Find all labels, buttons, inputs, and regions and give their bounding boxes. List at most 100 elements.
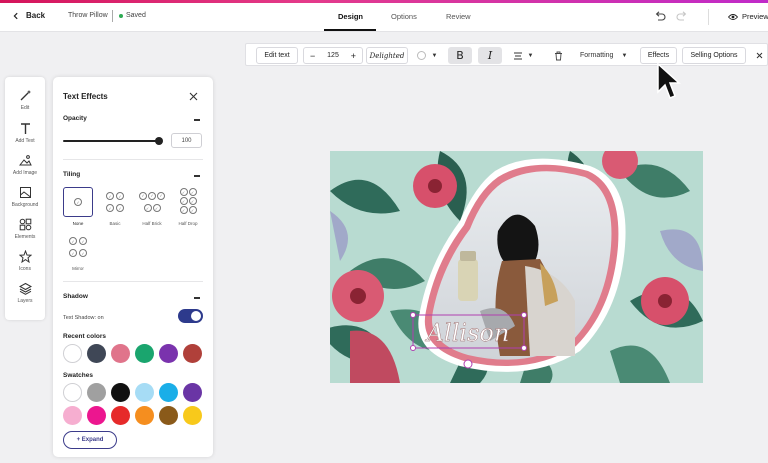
tab-review[interactable]: Review: [446, 12, 471, 21]
selling-options-button[interactable]: Selling Options: [682, 47, 746, 64]
resize-handle[interactable]: [410, 345, 416, 351]
resize-handle[interactable]: [521, 312, 527, 318]
formatting-dropdown[interactable]: Formatting ▼: [574, 47, 636, 64]
text-shadow-label: Text Shadow: on: [63, 315, 104, 321]
text-shadow-toggle[interactable]: [178, 309, 203, 323]
tiling-label: Half Drop: [178, 221, 198, 226]
collapse-tiling-icon[interactable]: [194, 175, 200, 177]
rail-label: Edit: [20, 105, 30, 111]
tiling-option-none[interactable]: ✓: [63, 187, 93, 217]
layers-icon: [18, 282, 32, 295]
recent-color-swatch[interactable]: [87, 344, 106, 363]
collapse-shadow-icon[interactable]: [194, 297, 200, 299]
rail-item-layers[interactable]: Layers: [5, 282, 45, 304]
align-select[interactable]: ▼: [508, 47, 538, 64]
canvas-text[interactable]: Allison: [425, 319, 510, 347]
decrease-icon[interactable]: −: [310, 51, 315, 61]
rail-item-add-image[interactable]: Add Image: [5, 154, 45, 176]
resize-handle[interactable]: [521, 345, 527, 351]
color-swatch[interactable]: [87, 383, 106, 402]
close-toolbar-button[interactable]: [752, 47, 766, 64]
design-canvas[interactable]: Allison: [330, 151, 703, 383]
header-divider-right: [708, 9, 709, 25]
align-center-icon: [513, 52, 522, 59]
text-effects-panel: Text Effects Opacity 100 Tiling ✓ None ✓…: [53, 77, 213, 457]
rotate-handle-icon[interactable]: [463, 359, 473, 369]
chevron-left-icon: [13, 12, 18, 19]
tab-design[interactable]: Design: [338, 12, 363, 21]
swatches-heading: Swatches: [63, 372, 93, 379]
mouse-cursor-icon: [657, 62, 681, 99]
tile-pattern-icon: ✓: [69, 249, 77, 257]
caret-down-icon: ▼: [621, 52, 628, 59]
tiling-option-half-brick[interactable]: ✓ ✓ ✓ ✓ ✓: [135, 187, 169, 217]
back-button[interactable]: Back: [12, 11, 45, 20]
tile-pattern-icon: ✓: [179, 197, 188, 205]
font-family-select[interactable]: Delighted: [366, 47, 408, 64]
tiling-label: Basic: [109, 221, 121, 226]
edit-text-button[interactable]: Edit text: [256, 47, 298, 64]
rail-item-background[interactable]: Background: [5, 186, 45, 208]
resize-handle[interactable]: [410, 312, 416, 318]
recent-color-swatch[interactable]: [183, 344, 202, 363]
recent-color-swatch[interactable]: [111, 344, 130, 363]
recent-color-swatch[interactable]: [135, 344, 154, 363]
caret-down-icon: ▼: [431, 52, 438, 59]
color-swatch[interactable]: [63, 406, 82, 425]
close-icon: [756, 52, 762, 59]
tiling-option-basic[interactable]: ✓ ✓ ✓ ✓: [100, 187, 130, 217]
color-swatch[interactable]: [87, 406, 106, 425]
close-icon[interactable]: [189, 92, 198, 101]
rail-item-edit[interactable]: Edit: [5, 89, 45, 111]
color-swatch[interactable]: [111, 406, 130, 425]
font-size-stepper[interactable]: − 125 +: [303, 47, 363, 64]
tiling-label: Half Brick: [142, 221, 162, 226]
text-color-picker[interactable]: ▼: [413, 47, 441, 64]
product-name: Throw Pillow: [68, 12, 108, 19]
recent-colors-heading: Recent colors: [63, 333, 106, 340]
recent-color-swatch[interactable]: [63, 344, 82, 363]
opacity-slider-handle[interactable]: [155, 137, 163, 145]
tile-pattern-icon: ✓: [148, 191, 156, 200]
color-swatch[interactable]: [63, 383, 82, 402]
opacity-input[interactable]: 100: [171, 133, 202, 148]
elements-icon: [19, 218, 31, 231]
back-label: Back: [26, 11, 46, 20]
redo-icon[interactable]: [676, 10, 688, 22]
color-swatch[interactable]: [183, 406, 202, 425]
opacity-slider-track[interactable]: [63, 140, 159, 142]
image-icon: [18, 155, 32, 166]
recent-color-swatch[interactable]: [159, 344, 178, 363]
rail-label: Add Text: [15, 138, 35, 144]
increase-icon[interactable]: +: [351, 51, 356, 61]
rail-item-add-text[interactable]: Add Text: [5, 122, 45, 144]
rail-item-elements[interactable]: Elements: [5, 218, 45, 240]
saved-label: Saved: [126, 12, 146, 19]
color-swatch[interactable]: [135, 383, 154, 402]
bold-button[interactable]: B: [448, 47, 472, 64]
tile-pattern-icon: ✓: [69, 237, 77, 245]
color-swatch[interactable]: [183, 383, 202, 402]
tile-pattern-icon: ✓: [139, 191, 147, 200]
rail-label: Icons: [19, 266, 31, 272]
delete-button[interactable]: [547, 47, 569, 64]
text-icon: [20, 123, 30, 134]
color-swatch[interactable]: [135, 406, 154, 425]
rail-item-icons[interactable]: Icons: [5, 250, 45, 272]
background-icon: [19, 187, 31, 198]
color-swatch[interactable]: [111, 383, 130, 402]
color-swatch[interactable]: [159, 383, 178, 402]
italic-button[interactable]: I: [478, 47, 502, 64]
tiling-option-mirror[interactable]: ✓ ✓ ✓ ✓: [63, 232, 93, 262]
expand-swatches-button[interactable]: + Expand: [63, 431, 117, 449]
tool-rail: Edit Add Text Add Image Background Eleme…: [5, 77, 45, 320]
rail-label: Background: [11, 202, 39, 208]
tiling-option-half-drop[interactable]: ✓ ✓ ✓ ✓ ✓ ✓: [173, 185, 203, 215]
preview-button[interactable]: Preview: [728, 12, 768, 21]
tab-options[interactable]: Options: [391, 12, 417, 21]
tile-pattern-icon: ✓: [116, 204, 124, 212]
undo-icon[interactable]: [654, 10, 666, 22]
color-swatch[interactable]: [159, 406, 178, 425]
preview-label: Preview: [742, 12, 768, 21]
collapse-opacity-icon[interactable]: [194, 119, 200, 121]
